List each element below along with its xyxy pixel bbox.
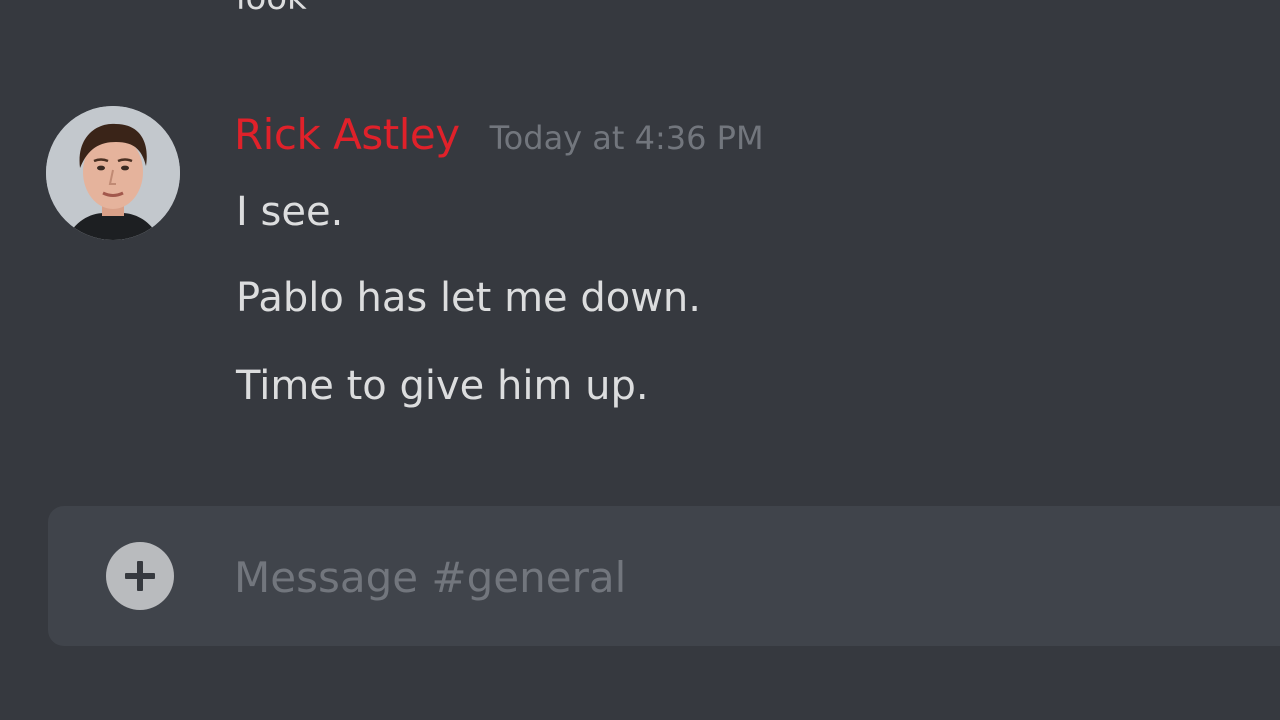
message-line: I see. — [236, 189, 344, 235]
message-author[interactable]: Rick Astley — [234, 110, 460, 159]
plus-circle-icon — [125, 561, 155, 591]
message-line: Time to give him up. — [236, 363, 649, 409]
message-timestamp: Today at 4:36 PM — [489, 119, 764, 157]
chat-view: look Rick Astley Today at 4:36 PM — [0, 0, 1280, 720]
message-line: Pablo has let me down. — [236, 275, 701, 321]
avatar[interactable] — [46, 106, 180, 240]
message-input[interactable] — [234, 548, 1234, 606]
add-attachment-button[interactable] — [106, 542, 174, 610]
message-header: Rick Astley Today at 4:36 PM — [234, 110, 764, 166]
avatar-portrait — [46, 106, 180, 240]
previous-message-text: look — [236, 0, 307, 18]
message-composer — [48, 506, 1280, 646]
